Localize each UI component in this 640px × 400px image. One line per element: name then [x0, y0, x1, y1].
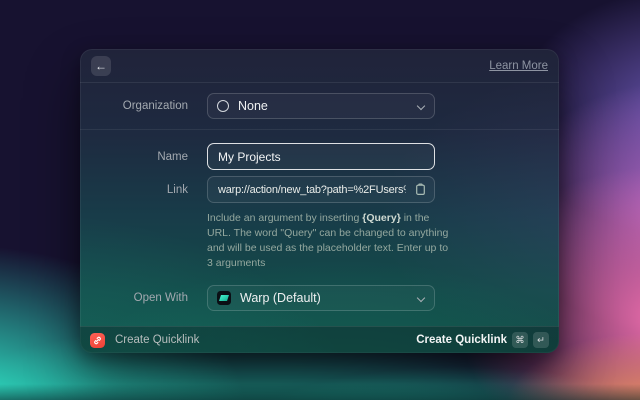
back-button[interactable]: ←: [91, 55, 111, 76]
link-help-row: Include an argument by inserting {Query}…: [80, 203, 559, 271]
link-input[interactable]: [207, 176, 435, 203]
quicklink-icon: [90, 332, 105, 348]
chevron-down-icon: [417, 102, 425, 110]
open-with-label: Open With: [133, 292, 188, 304]
name-input[interactable]: [207, 143, 435, 170]
create-quicklink-button[interactable]: Create Quicklink: [416, 334, 507, 346]
back-arrow-icon: ←: [95, 58, 107, 73]
organization-dropdown[interactable]: None: [207, 93, 435, 119]
form-body: Name Link Include an argument by inser: [80, 130, 559, 311]
organization-value: None: [238, 99, 268, 113]
link-help-text: Include an argument by inserting {Query}…: [207, 212, 449, 269]
organization-label: Organization: [122, 100, 188, 112]
name-label: Name: [157, 150, 188, 163]
name-row: Name: [80, 143, 559, 170]
open-with-row: Open With Warp (Default): [80, 285, 559, 311]
clipboard-icon[interactable]: [414, 183, 427, 196]
titlebar: ← Learn More: [80, 49, 559, 83]
organization-row: Organization None: [80, 83, 559, 130]
learn-more-link[interactable]: Learn More: [489, 60, 548, 72]
footer-command-title: Create Quicklink: [115, 334, 200, 346]
return-key-icon: ↵: [533, 332, 549, 348]
footer-bar: Create Quicklink Create Quicklink ⌘ ↵: [80, 326, 559, 353]
link-row: Link: [80, 176, 559, 203]
open-with-dropdown[interactable]: Warp (Default): [207, 285, 435, 311]
query-token: {Query}: [362, 212, 401, 224]
organization-none-icon: [217, 100, 229, 112]
chevron-down-icon: [417, 294, 425, 302]
open-with-value: Warp (Default): [240, 291, 321, 305]
create-quicklink-dialog: ← Learn More Organization None Name Link: [80, 49, 559, 353]
link-label: Link: [166, 183, 188, 196]
warp-app-icon: [217, 291, 231, 305]
command-key-icon: ⌘: [512, 332, 528, 348]
